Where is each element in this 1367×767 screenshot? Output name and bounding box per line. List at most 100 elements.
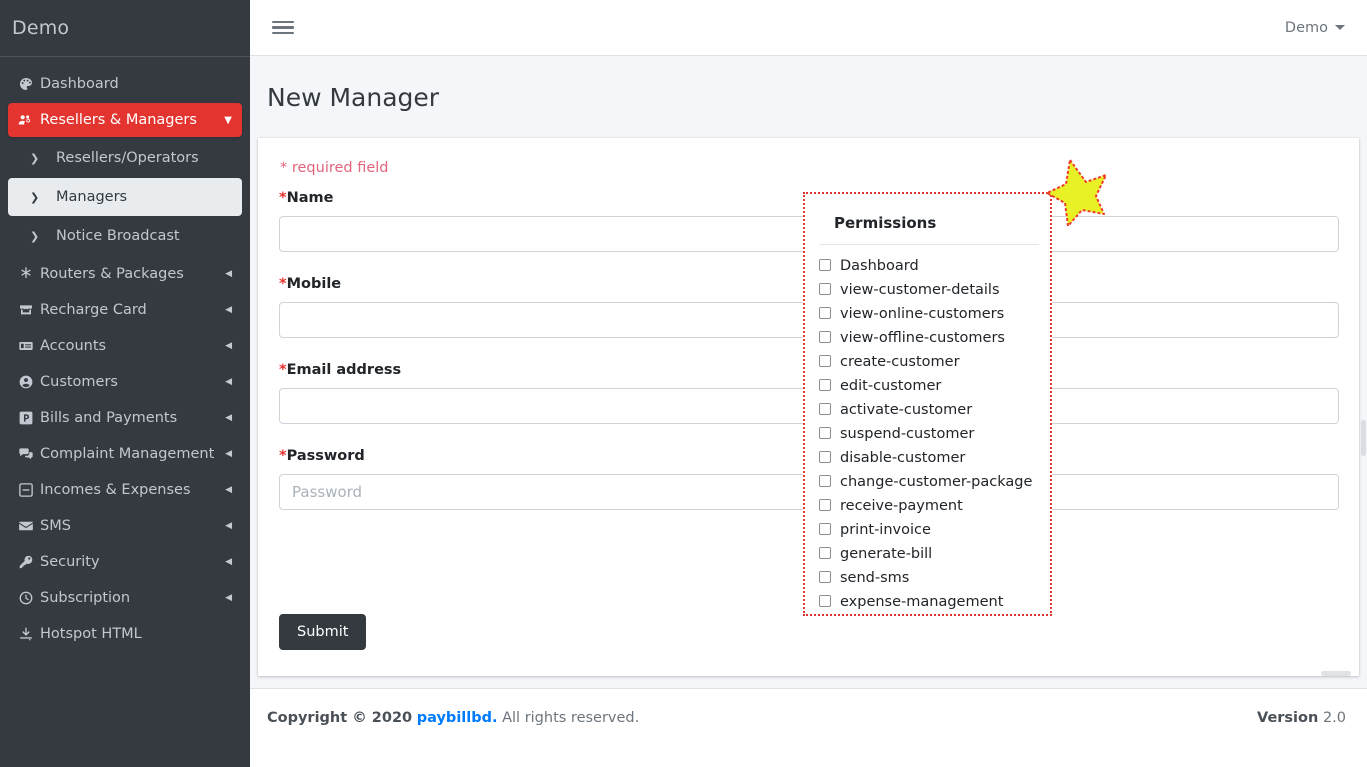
checkbox-create-customer[interactable] — [819, 355, 831, 367]
caret-left-icon: ◀ — [225, 305, 232, 315]
comments-icon — [18, 446, 40, 462]
caret-left-icon: ◀ — [225, 377, 232, 387]
permission-row[interactable]: Dashboard — [819, 254, 1050, 278]
required-asterisk: * — [279, 362, 287, 378]
sidebar-item-label: Routers & Packages — [40, 266, 184, 282]
checkbox-activate-customer[interactable] — [819, 403, 831, 415]
checkbox-suspend-customer[interactable] — [819, 427, 831, 439]
sidebar-item-label: Recharge Card — [40, 302, 147, 318]
permission-label: disable-customer — [840, 450, 966, 466]
permission-row[interactable]: view-customer-details — [819, 278, 1050, 302]
permission-row[interactable]: edit-customer — [819, 374, 1050, 398]
sidebar-item-recharge-card[interactable]: Recharge Card ◀ — [8, 293, 242, 327]
permission-row[interactable]: suspend-customer — [819, 422, 1050, 446]
sidebar-item-label: Security — [40, 554, 100, 570]
permission-row[interactable]: generate-bill — [819, 542, 1050, 566]
permission-label: view-online-customers — [840, 306, 1005, 322]
field-label-mobile: *Mobile — [279, 276, 341, 292]
permission-label: view-customer-details — [840, 282, 1000, 298]
user-menu-label: Demo — [1284, 19, 1328, 36]
caret-left-icon: ◀ — [225, 485, 232, 495]
caret-left-icon: ◀ — [225, 557, 232, 567]
sidebar-item-label: Notice Broadcast — [56, 228, 180, 244]
footer-brand-link[interactable]: paybillbd. — [417, 710, 498, 726]
field-label-text: Email address — [286, 362, 402, 378]
permission-row[interactable]: send-sms — [819, 566, 1050, 590]
permission-label: create-customer — [840, 354, 960, 370]
footer-copyright: Copyright © 2020 paybillbd. All rights r… — [267, 710, 639, 726]
checkbox-change-customer-package[interactable] — [819, 475, 831, 487]
checkbox-expense-management[interactable] — [819, 595, 831, 607]
caret-left-icon: ◀ — [225, 521, 232, 531]
sidebar-item-bills-and-payments[interactable]: Bills and Payments ◀ — [8, 401, 242, 435]
caret-left-icon: ◀ — [225, 593, 232, 603]
horizontal-scrollbar-thumb[interactable] — [1321, 671, 1351, 676]
sidebar-item-label: Bills and Payments — [40, 410, 178, 426]
sidebar-item-routers-packages[interactable]: Routers & Packages ◀ — [8, 257, 242, 291]
permission-label: edit-customer — [840, 378, 942, 394]
permission-row[interactable]: disable-customer — [819, 446, 1050, 470]
footer-copyright-suffix: All rights reserved. — [502, 710, 640, 726]
checkbox-disable-customer[interactable] — [819, 451, 831, 463]
field-label-email-address: *Email address — [279, 362, 401, 378]
sidebar-item-customers[interactable]: Customers ◀ — [8, 365, 242, 399]
permission-row[interactable]: view-offline-customers — [819, 326, 1050, 350]
sidebar-item-resellers-managers[interactable]: Resellers & Managers ▼ — [8, 103, 242, 137]
sidebar-item-label: Managers — [56, 189, 128, 205]
checkbox-generate-bill[interactable] — [819, 547, 831, 559]
checkbox-receive-payment[interactable] — [819, 499, 831, 511]
checkbox-view-customer-details[interactable] — [819, 283, 831, 295]
required-asterisk: * — [279, 448, 287, 464]
top-navbar: Demo — [250, 0, 1367, 56]
sidebar-item-incomes-expenses[interactable]: Incomes & Expenses ◀ — [8, 473, 242, 507]
chevron-down-icon — [1335, 25, 1345, 30]
checkbox-send-sms[interactable] — [819, 571, 831, 583]
vertical-scrollbar-thumb[interactable] — [1361, 420, 1366, 456]
checkbox-print-invoice[interactable] — [819, 523, 831, 535]
sidebar-item-security[interactable]: Security ◀ — [8, 545, 242, 579]
brand-title[interactable]: Demo — [0, 0, 250, 57]
store-icon — [18, 302, 40, 318]
key-icon — [18, 554, 40, 570]
parking-p-icon — [18, 410, 40, 426]
page-title: New Manager — [267, 82, 440, 112]
checkbox-Dashboard[interactable] — [819, 259, 831, 271]
sidebar-item-managers[interactable]: ❯ Managers — [8, 178, 242, 216]
sidebar-item-label: Subscription — [40, 590, 131, 606]
app-root: Demo Dashboard Resellers & Managers ▼ ❯ Rese… — [0, 0, 1367, 767]
vertical-scrollbar-track[interactable] — [1359, 0, 1367, 767]
caret-down-icon: ▼ — [224, 114, 232, 126]
permission-row[interactable]: print-invoice — [819, 518, 1050, 542]
hamburger-icon[interactable] — [272, 17, 294, 39]
user-menu-dropdown[interactable]: Demo — [1285, 20, 1345, 36]
sidebar-item-label: Accounts — [40, 338, 107, 354]
page-footer: Copyright © 2020 paybillbd. All rights r… — [250, 688, 1367, 767]
permission-row[interactable]: change-customer-package — [819, 470, 1050, 494]
sidebar-item-dashboard[interactable]: Dashboard — [8, 67, 242, 101]
checkbox-view-online-customers[interactable] — [819, 307, 831, 319]
permission-row[interactable]: create-customer — [819, 350, 1050, 374]
sidebar-item-resellers-operators[interactable]: ❯ Resellers/Operators — [8, 139, 242, 177]
palette-icon — [18, 76, 40, 92]
sidebar-item-hotspot-html[interactable]: Hotspot HTML — [8, 617, 242, 651]
sidebar-item-notice-broadcast[interactable]: ❯ Notice Broadcast — [8, 217, 242, 255]
sidebar-item-complaint-management[interactable]: Complaint Management ◀ — [8, 437, 242, 471]
caret-left-icon: ◀ — [225, 449, 232, 459]
permission-row[interactable]: view-online-customers — [819, 302, 1050, 326]
permission-row[interactable]: expense-management — [819, 590, 1050, 614]
submit-button[interactable]: Submit — [279, 614, 367, 650]
field-label-text: Password — [286, 448, 365, 464]
sidebar-nav: Dashboard Resellers & Managers ▼ ❯ Resellers… — [0, 57, 250, 651]
sidebar-item-label: SMS — [40, 518, 71, 534]
checkbox-edit-customer[interactable] — [819, 379, 831, 391]
permission-row[interactable]: receive-payment — [819, 494, 1050, 518]
sidebar-item-subscription[interactable]: Subscription ◀ — [8, 581, 242, 615]
sidebar-item-accounts[interactable]: Accounts ◀ — [8, 329, 242, 363]
caret-left-icon: ◀ — [225, 269, 232, 279]
footer-version: Version 2.0 — [1257, 710, 1346, 726]
permission-row[interactable]: activate-customer — [819, 398, 1050, 422]
checkbox-view-offline-customers[interactable] — [819, 331, 831, 343]
asterisk-icon — [18, 266, 40, 282]
permission-label: receive-payment — [840, 498, 963, 514]
sidebar-item-sms[interactable]: SMS ◀ — [8, 509, 242, 543]
